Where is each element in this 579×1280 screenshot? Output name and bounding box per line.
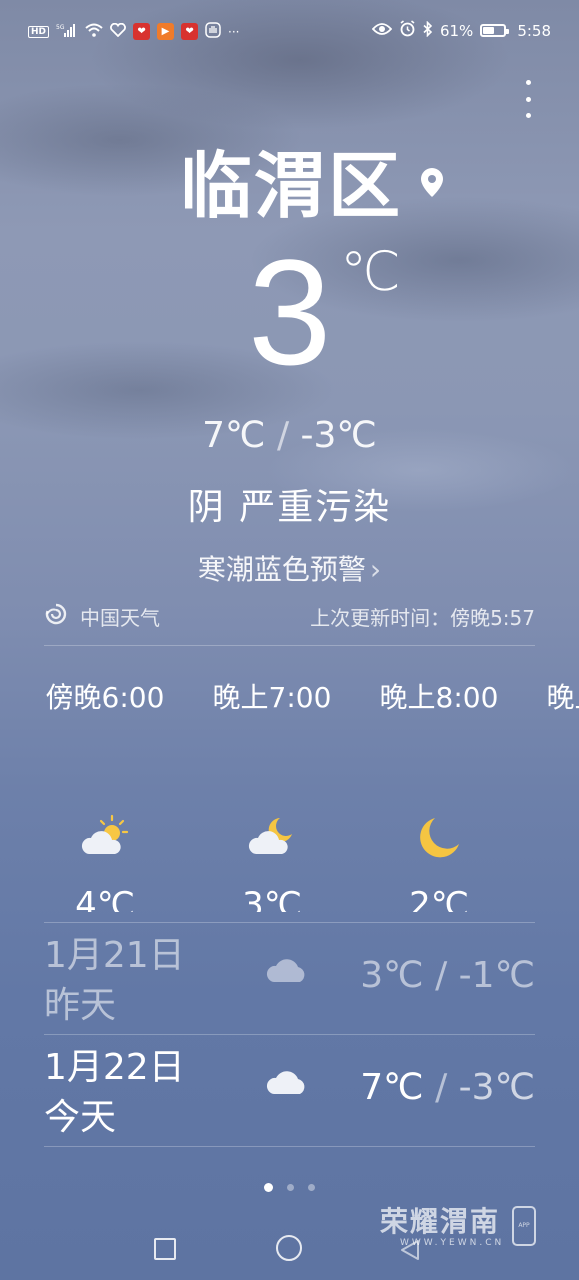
current-temperature: 3 [248,228,331,396]
day-low: -3℃ [458,1067,535,1108]
day-label: 今天 [44,1097,117,1138]
high-temperature: 7℃ [202,415,266,456]
hourly-temperature: 1℃ [522,878,579,912]
hourly-time: 晚上7:00 [212,681,332,714]
partly-cloudy-night-icon [188,814,356,874]
home-button[interactable] [276,1235,302,1261]
partly-cloudy-day-icon [21,814,189,874]
page-dot[interactable] [308,1184,315,1191]
high-low-temperature: 7℃ / -3℃ [0,412,579,460]
app-notification-icon: ❤ [133,23,151,40]
alarm-icon [399,20,416,41]
data-source-name: 中国天气 [80,605,160,630]
divider [44,922,535,923]
page-indicator [0,1183,579,1192]
day-label: 昨天 [44,985,117,1026]
divider [44,1146,535,1147]
app-notification-icon: ❤ [181,23,199,40]
separator: / [435,955,448,996]
clock: 5:58 [517,21,551,40]
city-name[interactable]: 临渭区 [180,140,402,232]
hourly-item: 傍晚6:00 4℃ [21,672,189,912]
day-high: 3℃ [360,955,424,996]
temperature-unit: ℃ [340,240,401,303]
day-temperature-range: 7℃ / -3℃ [360,1064,535,1112]
more-notifications-icon: ··· [228,24,240,39]
weather-warning-text: 寒潮蓝色预警 [197,553,366,586]
hourly-temperature: 2℃ [409,885,469,912]
hourly-item: 晚上9:00 1℃ [522,672,579,912]
hourly-temperature: 4℃ [75,885,135,912]
page-dot[interactable] [264,1183,273,1192]
watermark-url: WWW.YEWN.CN [400,1238,505,1248]
cloud-icon [266,1066,310,1102]
battery-percent: 61% [439,21,474,40]
divider [44,1034,535,1035]
hourly-time: 晚上8:00 [379,681,499,714]
chevron-right-icon: › [369,553,382,586]
page-dot[interactable] [287,1184,294,1191]
day-low: -1℃ [458,955,535,996]
hourly-time: 晚上9:00 [546,681,579,714]
video-app-icon: ▶ [157,23,175,40]
day-high: 7℃ [360,1067,424,1108]
separator: / [435,1067,448,1108]
moon-icon [355,814,523,874]
wifi-icon [85,23,103,40]
hourly-forecast[interactable]: 傍晚6:00 4℃ 晚上7:00 3℃ 晚上8:00 2℃ 晚上 [0,672,579,912]
watermark-logo: 荣耀渭南 WWW.YEWN.CN APP [380,1204,540,1248]
phone-app-icon: APP [512,1206,536,1246]
low-temperature: -3℃ [300,415,377,456]
separator: / [276,415,290,456]
china-weather-logo-icon [44,602,68,631]
divider [44,645,535,646]
last-updated-time: 上次更新时间：傍晚5:57 [310,605,535,630]
svg-text:5G: 5G [56,24,65,31]
day-date: 1月21日 [44,935,185,976]
hd-indicator: HD [28,25,50,38]
hourly-item: 晚上7:00 3℃ [188,672,356,912]
weather-warning-link[interactable]: 寒潮蓝色预警 › [0,550,579,590]
watermark-badge: APP [518,1222,530,1229]
data-source[interactable]: 中国天气 [44,602,160,631]
cloud-icon [266,954,310,990]
weather-condition: 阴 严重污染 [187,487,392,528]
cellular-signal-icon: 5G [56,23,78,40]
hourly-item: 晚上8:00 2℃ [355,672,523,912]
data-source-row: 中国天气 上次更新时间：傍晚5:57 [44,600,535,632]
status-bar: HD 5G ❤ ▶ ❤ ··· 61% 5:58 [0,0,579,64]
eye-comfort-icon [371,22,393,40]
location-pin-icon [418,166,446,204]
recent-apps-button[interactable] [154,1238,176,1260]
hourly-temperature: 3℃ [242,885,302,912]
day-date: 1月22日 [44,1047,185,1088]
day-temperature-range: 3℃ / -1℃ [360,952,535,1000]
status-bar-right: 61% 5:58 [371,20,551,41]
daily-forecast-row[interactable]: 1月21日 昨天 3℃ / -1℃ [44,924,535,1034]
hourly-time: 傍晚6:00 [45,681,165,714]
battery-level-fill [483,27,495,34]
hand-app-icon [205,22,221,41]
watermark-text: 荣耀渭南 [380,1205,501,1238]
status-bar-left: HD 5G ❤ ▶ ❤ ··· [28,22,239,41]
bluetooth-icon [423,20,433,41]
heart-app-icon [110,22,126,40]
battery-icon [480,24,510,37]
more-options-icon[interactable] [521,80,535,118]
daily-forecast-row[interactable]: 1月22日 今天 7℃ / -3℃ [44,1036,535,1146]
moon-icon [522,814,579,874]
